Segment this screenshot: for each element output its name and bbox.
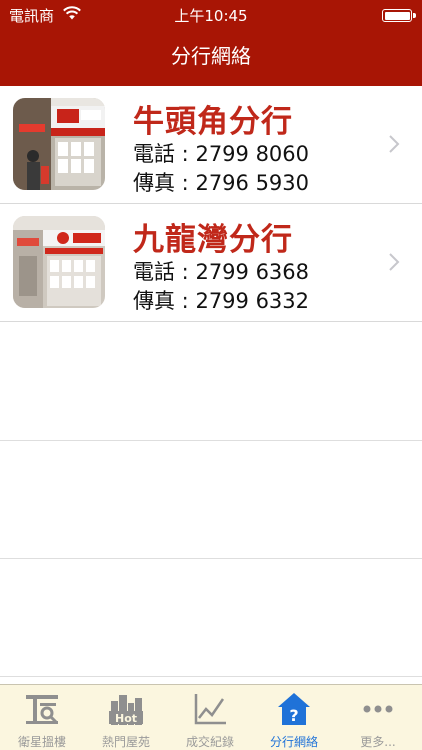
branch-photo xyxy=(13,98,105,190)
tab-transactions[interactable]: 成交紀錄 xyxy=(168,685,252,750)
phone-number: 2799 6368 xyxy=(195,260,310,284)
fax-label: 傳真 : xyxy=(133,289,189,313)
question-house-icon: ? xyxy=(278,693,310,725)
clock: 上午10:45 xyxy=(174,7,248,25)
branch-phone: 電話 : 2799 8060 xyxy=(133,138,309,168)
chevron-right-icon xyxy=(389,253,400,271)
satellite-map-icon xyxy=(26,695,58,724)
tab-bar: 衛星搵樓 Hot 熱門屋苑 成交紀錄 ? 分行網絡 更多... xyxy=(0,684,422,750)
status-bar: 電訊商 上午10:45 xyxy=(0,0,422,30)
tab-label: 更多... xyxy=(360,735,396,749)
top-bar: 電訊商 上午10:45 分行網絡 xyxy=(0,0,422,86)
battery-icon xyxy=(382,9,416,22)
branch-list: 牛頭角分行 電話 : 2799 8060 傳真 : 2796 5930 九龍灣分… xyxy=(0,86,422,322)
svg-text:?: ? xyxy=(289,706,298,725)
fax-label: 傳真 : xyxy=(133,171,189,195)
fax-number: 2799 6332 xyxy=(195,289,310,313)
fax-number: 2796 5930 xyxy=(195,171,310,195)
svg-text:Hot: Hot xyxy=(115,712,137,725)
page-title: 分行網絡 xyxy=(171,44,251,68)
more-dots-icon xyxy=(363,705,393,713)
phone-number: 2799 8060 xyxy=(195,142,310,166)
line-chart-icon xyxy=(194,694,226,725)
hot-buildings-icon: Hot xyxy=(109,695,143,725)
tab-label: 分行網絡 xyxy=(269,735,318,749)
branch-phone: 電話 : 2799 6368 xyxy=(133,256,309,286)
branch-fax: 傳真 : 2799 6332 xyxy=(133,285,309,315)
tab-satellite-search[interactable]: 衛星搵樓 xyxy=(0,685,84,750)
empty-row-divider xyxy=(0,676,422,677)
branch-photo xyxy=(13,216,105,308)
branch-fax: 傳真 : 2796 5930 xyxy=(133,167,309,197)
phone-label: 電話 : xyxy=(133,260,189,284)
empty-row-divider xyxy=(0,558,422,559)
phone-label: 電話 : xyxy=(133,142,189,166)
empty-row-divider xyxy=(0,440,422,441)
branch-row[interactable]: 牛頭角分行 電話 : 2799 8060 傳真 : 2796 5930 xyxy=(0,86,422,204)
tab-more[interactable]: 更多... xyxy=(336,685,420,750)
tab-label: 成交紀錄 xyxy=(185,735,234,749)
tab-branch-network[interactable]: ? 分行網絡 xyxy=(252,685,336,750)
tab-label: 衛星搵樓 xyxy=(17,735,66,749)
branch-name: 九龍灣分行 xyxy=(133,222,293,258)
tab-label: 熱門屋苑 xyxy=(101,735,150,749)
branch-row[interactable]: 九龍灣分行 電話 : 2799 6368 傳真 : 2799 6332 xyxy=(0,204,422,322)
branch-name: 牛頭角分行 xyxy=(133,104,293,140)
chevron-right-icon xyxy=(389,135,400,153)
tab-hot-estates[interactable]: Hot 熱門屋苑 xyxy=(84,685,168,750)
